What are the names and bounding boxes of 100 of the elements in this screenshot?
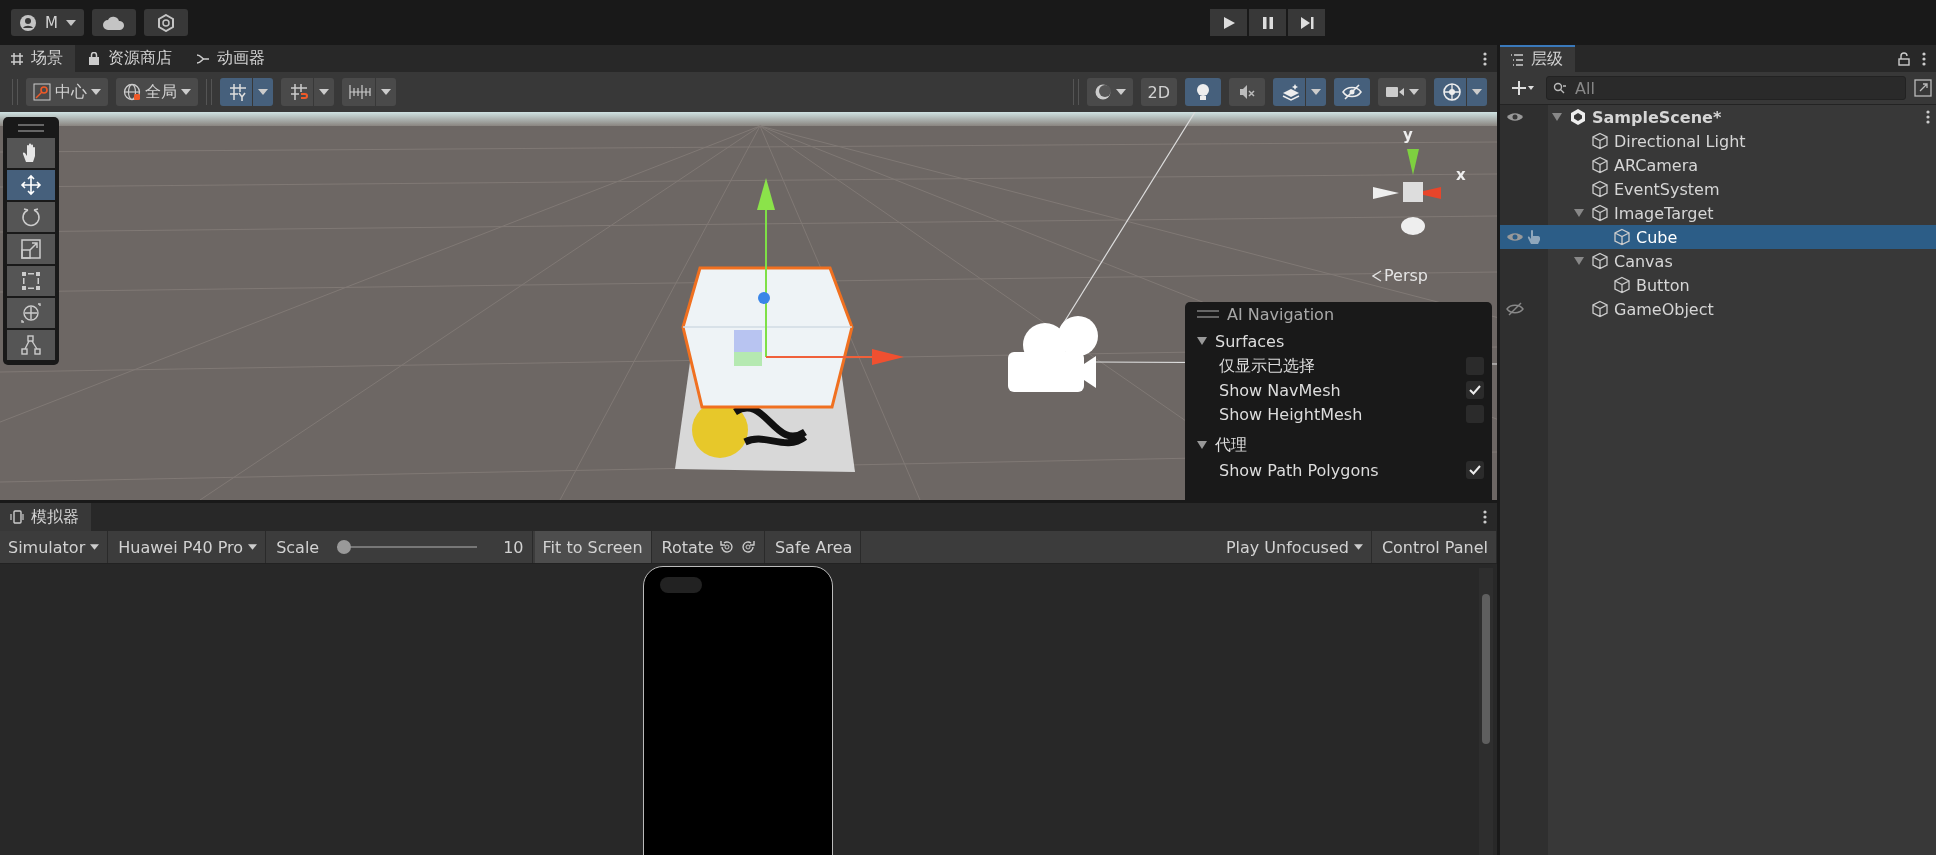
cloud-button[interactable] [91, 9, 136, 36]
dropdown-arrow-button[interactable] [1467, 78, 1487, 106]
shading-button[interactable] [1086, 78, 1133, 106]
dropdown-arrow-button[interactable] [376, 78, 396, 106]
checkbox[interactable] [1466, 381, 1484, 399]
mode-2d-button[interactable]: 2D [1140, 78, 1177, 106]
cloud-icon [102, 15, 125, 30]
caret-icon [1409, 89, 1419, 95]
dropdown-arrow-button[interactable] [1306, 78, 1326, 106]
expand-arrow-icon [1197, 440, 1207, 450]
panel-tab[interactable]: 动画器 [186, 45, 277, 72]
caret-icon [319, 89, 329, 95]
projection-toggle[interactable]: Persp [1372, 266, 1428, 285]
hexagon-button[interactable] [143, 9, 188, 36]
caret-icon [1311, 89, 1321, 95]
hash-icon [10, 51, 24, 66]
option-label: Show HeightMesh [1219, 404, 1363, 424]
global-button[interactable]: 全局 [116, 78, 198, 106]
caret-icon [1472, 89, 1482, 95]
fit-to-screen-button[interactable]: Fit to Screen [534, 531, 652, 563]
rotate-right-icon[interactable] [739, 539, 756, 555]
cube-icon [1591, 180, 1609, 198]
panel-tab[interactable]: 资源商店 [77, 45, 184, 72]
hand-tool-button[interactable] [7, 138, 55, 168]
hierarchy-item[interactable]: Cube [1500, 225, 1936, 249]
scale-tool-button[interactable] [7, 234, 55, 264]
hierarchy-item[interactable]: ImageTarget [1500, 201, 1936, 225]
caret-icon [91, 89, 101, 95]
option-label: Show Path Polygons [1219, 460, 1379, 480]
hierarchy-item[interactable]: SampleScene* [1500, 105, 1936, 129]
gizmos-button[interactable] [1434, 78, 1466, 106]
vertical-scrollbar[interactable] [1479, 568, 1493, 855]
chevron-left-icon [1372, 269, 1382, 282]
transform-tool-button[interactable] [7, 298, 55, 328]
rotate-label: Rotate [661, 537, 714, 557]
hierarchy-item[interactable]: Directional Light [1500, 129, 1936, 153]
account-button[interactable]: M [11, 9, 84, 36]
panel-tab[interactable]: 场景 [0, 45, 75, 72]
grid-snap-button[interactable] [220, 78, 252, 106]
rect-tool-button[interactable] [7, 266, 55, 296]
custom-tool-button[interactable] [7, 330, 55, 360]
light-button[interactable] [1185, 78, 1221, 106]
more-options-icon[interactable] [1483, 510, 1487, 524]
effects-button[interactable] [1273, 78, 1305, 106]
hierarchy-item[interactable]: GameObject [1500, 297, 1936, 321]
increment-button[interactable] [342, 78, 375, 106]
camera-button[interactable] [1378, 78, 1426, 106]
open-window-icon[interactable] [1914, 79, 1932, 97]
option-label: 仅显示已选择 [1219, 355, 1315, 377]
drag-handle-icon[interactable] [1197, 310, 1219, 318]
dropdown-arrow-button[interactable] [253, 78, 273, 106]
hand-icon[interactable] [1526, 229, 1542, 245]
light-bulb-icon [1195, 83, 1211, 101]
pause-icon [1260, 15, 1275, 30]
move-tool-button[interactable] [7, 170, 55, 200]
checkbox[interactable] [1466, 461, 1484, 479]
cube-icon [1591, 156, 1609, 174]
axis-label: x [1456, 166, 1466, 184]
user-icon [19, 13, 37, 32]
play-button[interactable] [1210, 9, 1247, 36]
expand-arrow-icon[interactable] [1552, 112, 1562, 122]
cube-icon [1591, 252, 1609, 270]
list-icon [1510, 53, 1524, 66]
audio-button[interactable] [1229, 78, 1265, 106]
pause-button[interactable] [1249, 9, 1286, 36]
more-options-icon[interactable] [1922, 51, 1926, 66]
move-arrows-icon [20, 174, 42, 196]
snap-button[interactable] [281, 78, 313, 106]
eye-icon[interactable] [1506, 110, 1524, 124]
rotate-left-icon[interactable] [718, 539, 735, 555]
panel-tab[interactable]: 层级 [1500, 45, 1575, 72]
hierarchy-item[interactable]: Button [1500, 273, 1936, 297]
cube-icon [1591, 300, 1609, 318]
drag-handle-icon[interactable] [18, 124, 44, 132]
section-foldout[interactable]: Surfaces [1193, 328, 1289, 354]
hierarchy-item[interactable]: Canvas [1500, 249, 1936, 273]
cube-icon [1613, 228, 1631, 246]
lock-icon[interactable] [1898, 51, 1910, 66]
slider-thumb[interactable] [337, 540, 352, 554]
visibility-button[interactable] [1334, 78, 1370, 106]
more-options-icon[interactable] [1483, 51, 1487, 66]
step-button[interactable] [1288, 9, 1325, 36]
hidden-eye-icon[interactable] [1506, 302, 1524, 316]
hierarchy-item[interactable]: EventSystem [1500, 177, 1936, 201]
step-icon [1299, 15, 1314, 30]
more-options-icon[interactable] [1926, 110, 1930, 124]
section-foldout[interactable]: 代理 [1193, 432, 1251, 458]
scene-view[interactable]: y x Persp AI Navigation Surfaces 仅显示已选择 Show NavMesh Show HeightMesh 代理 Show Path Polygons [0, 112, 1497, 500]
dropdown-arrow-button[interactable] [314, 78, 334, 106]
search-field[interactable]: All [1546, 76, 1906, 100]
pivot-button[interactable]: 中心 [26, 78, 108, 106]
rotate-tool-button[interactable] [7, 202, 55, 232]
panel-tab[interactable]: 模拟器 [0, 503, 91, 531]
plus-icon [1512, 80, 1534, 96]
caret-icon [258, 89, 268, 95]
play-icon [1221, 15, 1236, 30]
expand-arrow-icon[interactable] [1574, 208, 1584, 218]
hierarchy-item[interactable]: ARCamera [1500, 153, 1936, 177]
caret-icon [1353, 544, 1363, 550]
expand-arrow-icon[interactable] [1574, 256, 1584, 266]
